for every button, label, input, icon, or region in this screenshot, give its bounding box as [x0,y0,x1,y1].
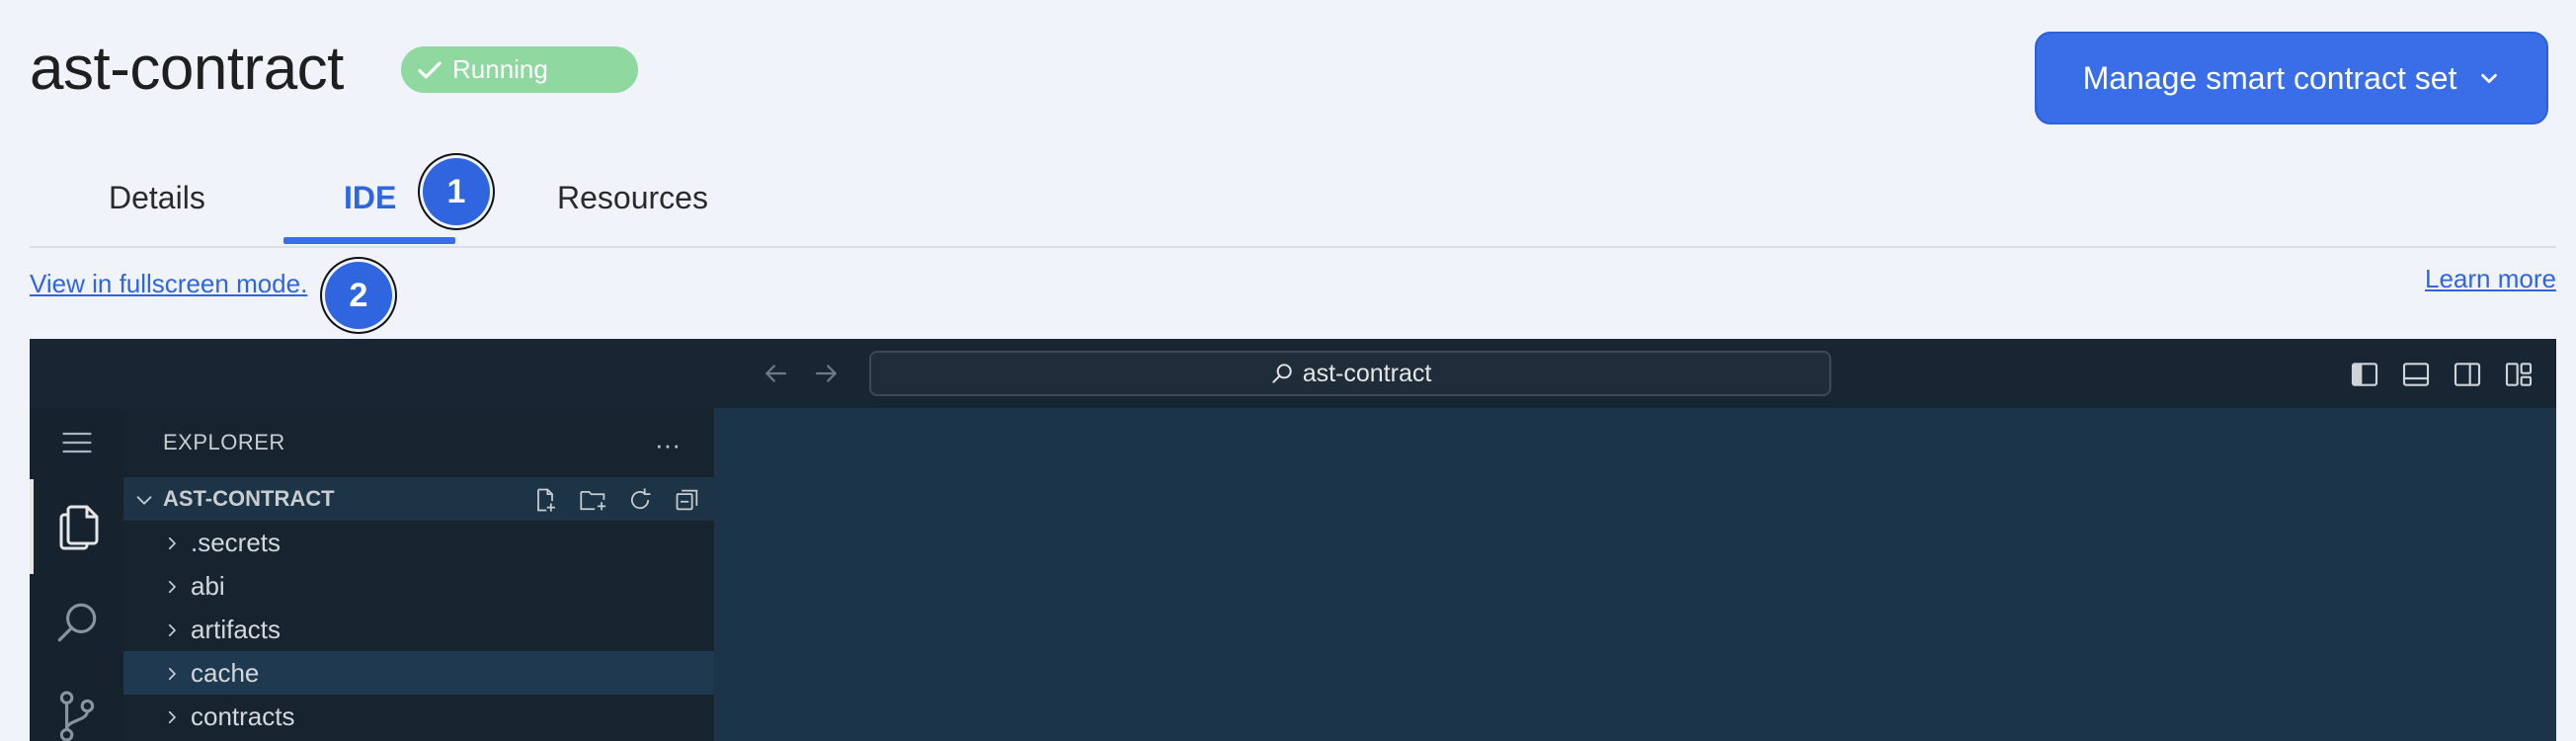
page-title: ast-contract [30,35,344,103]
toggle-primary-sidebar-icon[interactable] [2349,359,2380,390]
arrow-left-icon[interactable] [761,359,790,388]
layout-controls [2349,359,2556,390]
activity-explorer[interactable] [30,479,123,574]
tree-item-label: .secrets [191,528,282,557]
tree-item-cache[interactable]: cache [123,651,714,695]
workspace-section-header[interactable]: AST-CONTRACT [123,477,714,521]
ide-frame: ast-contract EXPLORER ··· AST-CONTRACT .… [30,339,2556,741]
view-fullscreen-link[interactable]: View in fullscreen mode. [30,269,307,299]
tabs-divider [30,246,2556,248]
collapse-all-icon[interactable] [674,486,701,514]
chevron-down-icon [136,496,152,505]
toggle-panel-icon[interactable] [2400,359,2432,390]
tree-item-label: cache [191,658,260,688]
explorer-sidebar: EXPLORER ··· AST-CONTRACT .secrets abi a… [123,408,714,741]
chevron-right-icon [168,580,176,594]
chevron-right-icon [168,667,176,681]
tab-resources[interactable]: Resources [557,178,708,217]
annotation-marker-2: 2 [325,262,392,329]
command-center-label: ast-contract [1302,359,1432,387]
refresh-icon[interactable] [626,486,654,514]
status-label: Running [452,54,548,84]
check-icon [418,61,442,78]
explorer-title: EXPLORER [163,430,285,454]
tree-item-label: contracts [191,701,295,731]
more-actions-icon[interactable]: ··· [655,430,681,460]
workspace-title: AST-CONTRACT [163,486,335,511]
files-icon [59,505,98,550]
source-control-icon [59,691,94,741]
tree-item-secrets[interactable]: .secrets [123,521,714,564]
manage-button-label: Manage smart contract set [2082,59,2457,96]
editor-area[interactable] [714,408,2556,741]
arrow-right-icon[interactable] [812,359,842,388]
chevron-down-icon [2481,73,2498,84]
learn-more-link[interactable]: Learn more [2425,264,2556,294]
manage-smart-contract-set-button[interactable]: Manage smart contract set [2035,32,2548,124]
search-icon [1272,364,1292,383]
new-file-icon[interactable] [531,486,559,514]
command-center-search[interactable]: ast-contract [869,351,1831,396]
chevron-right-icon [168,623,176,637]
chevron-right-icon [168,710,176,724]
annotation-marker-1: 1 [423,158,490,225]
status-badge: Running [401,46,638,93]
tree-item-label: abi [191,571,225,601]
activity-search[interactable] [30,598,123,647]
activity-source-control[interactable] [30,687,123,741]
ide-titlebar: ast-contract [30,339,2556,408]
tree-item-abi[interactable]: abi [123,564,714,608]
tree-item-contracts[interactable]: contracts [123,695,714,738]
tab-details[interactable]: Details [109,178,205,217]
chevron-right-icon [168,536,176,550]
activity-bar [30,408,123,741]
search-icon [57,603,96,642]
tab-ide[interactable]: IDE [344,178,396,217]
page: ast-contract Running Manage smart contra… [0,0,2576,741]
active-tab-indicator [283,237,455,244]
hamburger-menu-icon [61,432,92,453]
customize-layout-icon[interactable] [2503,359,2535,390]
tree-item-label: artifacts [191,615,282,644]
new-folder-icon[interactable] [579,486,608,514]
tab-bar: Details IDE Resources [0,148,2556,247]
menu-button[interactable] [30,428,123,457]
tree-item-artifacts[interactable]: artifacts [123,608,714,651]
toggle-secondary-sidebar-icon[interactable] [2452,359,2483,390]
